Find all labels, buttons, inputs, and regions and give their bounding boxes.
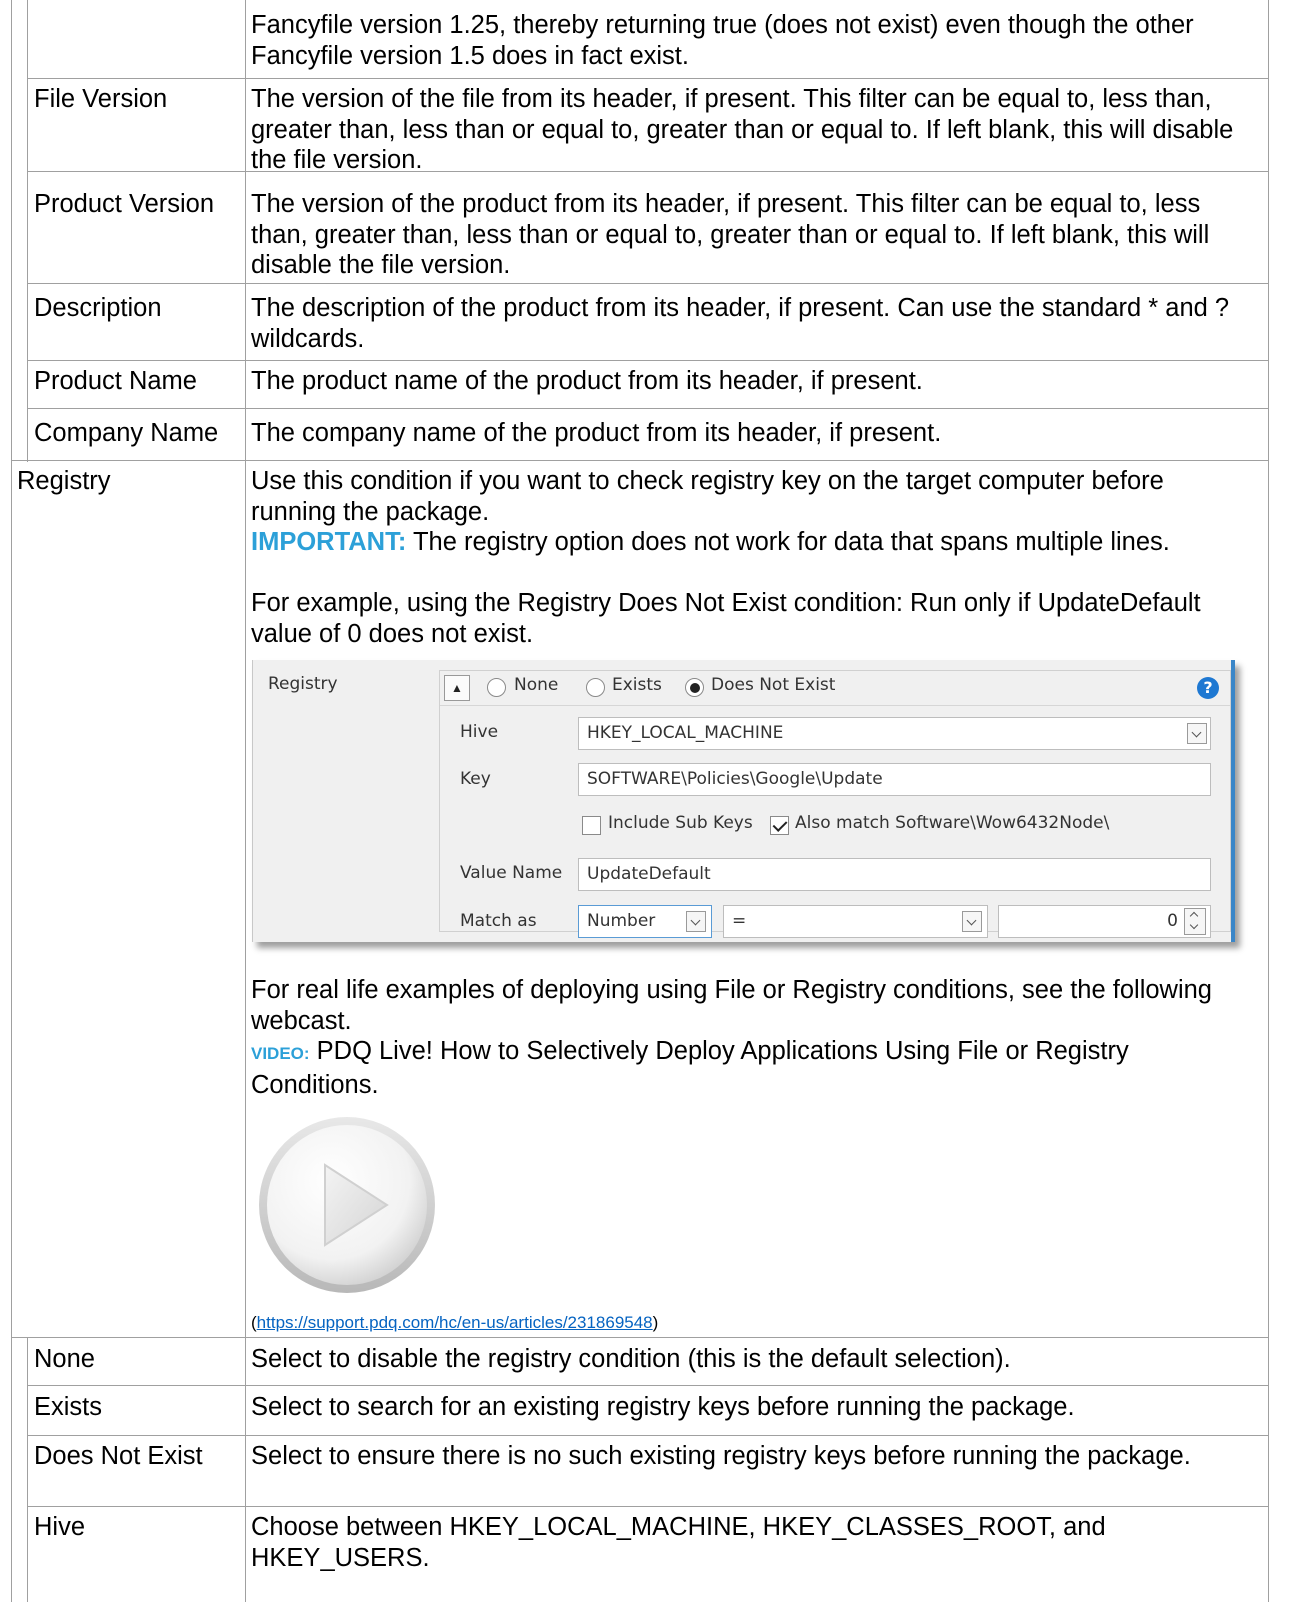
company-name-description: The company name of the product from its…: [251, 419, 942, 447]
panel-registry-label: Registry: [268, 674, 338, 694]
registry-panel-screenshot: Registry ▲ None Exists Does Not Exist ? …: [252, 660, 1244, 953]
registry-link-line: (https://support.pdq.com/hc/en-us/articl…: [251, 1312, 1251, 1334]
registry-panel-frame: Registry ▲ None Exists Does Not Exist ? …: [252, 660, 1235, 942]
link-close-paren: ): [652, 1313, 659, 1332]
hive-row-description: Choose between HKEY_LOCAL_MACHINE, HKEY_…: [251, 1513, 1106, 1572]
description-description: The description of the product from its …: [251, 294, 1230, 353]
operator-dropdown-chevron-icon[interactable]: [962, 911, 982, 932]
registry-radio-bar: ▲ None Exists Does Not Exist ?: [440, 671, 1230, 706]
registry-important: IMPORTANT: The registry option does not …: [251, 527, 1251, 558]
compare-value-text: 0: [1167, 911, 1178, 931]
radio-does-not-exist[interactable]: [685, 678, 704, 697]
hive-select[interactable]: HKEY_LOCAL_MACHINE: [578, 717, 1211, 750]
registry-label: Registry: [17, 467, 111, 495]
radio-none[interactable]: [487, 678, 506, 697]
product-version-description: The version of the product from its head…: [251, 190, 1210, 279]
include-sub-keys-label: Include Sub Keys: [608, 813, 753, 833]
question-icon[interactable]: ?: [1197, 677, 1219, 699]
none-description: Select to disable the registry condition…: [251, 1345, 1011, 1373]
collapse-toggle-icon[interactable]: ▲: [444, 675, 470, 701]
video-text: PDQ Live! How to Selectively Deploy Appl…: [251, 1037, 1129, 1099]
registry-panel-body: ▲ None Exists Does Not Exist ? Hive HKEY…: [439, 670, 1231, 938]
match-as-label: Match as: [460, 911, 537, 931]
product-version-label: Product Version: [34, 190, 215, 218]
value-name-label: Value Name: [460, 863, 563, 883]
exists-description: Select to search for an existing registr…: [251, 1393, 1075, 1421]
support-article-link[interactable]: https://support.pdq.com/hc/en-us/article…: [257, 1313, 653, 1332]
file-version-description: The version of the file from its header,…: [251, 85, 1234, 174]
exists-label: Exists: [34, 1393, 103, 1421]
important-text: The registry option does not work for da…: [406, 528, 1170, 556]
key-input[interactable]: SOFTWARE\Policies\Google\Update: [578, 763, 1211, 796]
none-label: None: [34, 1345, 95, 1373]
does-not-exist-description: Select to ensure there is no such existi…: [251, 1442, 1191, 1470]
compare-value-spinner-icon[interactable]: [1184, 908, 1206, 935]
registry-intro: Use this condition if you want to check …: [251, 467, 1164, 526]
company-name-label: Company Name: [34, 419, 219, 447]
file-version-label: File Version: [34, 85, 168, 113]
registry-video: VIDEO: PDQ Live! How to Selectively Depl…: [251, 1036, 1263, 1100]
match-as-dropdown-chevron-icon[interactable]: [686, 911, 706, 932]
product-name-label: Product Name: [34, 367, 197, 395]
hive-dropdown-chevron-icon[interactable]: [1187, 723, 1207, 744]
does-not-exist-label: Does Not Exist: [34, 1442, 203, 1470]
registry-example: For example, using the Registry Does Not…: [251, 589, 1201, 648]
radio-exists[interactable]: [586, 678, 605, 697]
hive-row-label: Hive: [34, 1513, 86, 1541]
product-name-description: The product name of the product from its…: [251, 367, 923, 395]
value-name-input[interactable]: UpdateDefault: [578, 858, 1211, 891]
radio-does-not-exist-label: Does Not Exist: [711, 675, 836, 695]
description-label: Description: [34, 294, 162, 322]
hive-label: Hive: [460, 722, 499, 742]
registry-real-life: For real life examples of deploying usin…: [251, 976, 1212, 1035]
play-icon[interactable]: [255, 1113, 440, 1298]
key-label: Key: [460, 769, 491, 789]
operator-select[interactable]: =: [723, 905, 988, 938]
also-match-checkbox[interactable]: [770, 816, 789, 835]
include-sub-keys-checkbox[interactable]: [582, 816, 601, 835]
important-label: IMPORTANT:: [251, 528, 407, 556]
compare-value-input[interactable]: 0: [998, 905, 1211, 938]
radio-none-label: None: [514, 675, 559, 695]
video-label: VIDEO:: [251, 1044, 310, 1063]
also-match-label: Also match Software\Wow6432Node\: [795, 813, 1110, 833]
radio-exists-label: Exists: [612, 675, 662, 695]
fancyfile-description: Fancyfile version 1.25, thereby returnin…: [251, 11, 1194, 70]
